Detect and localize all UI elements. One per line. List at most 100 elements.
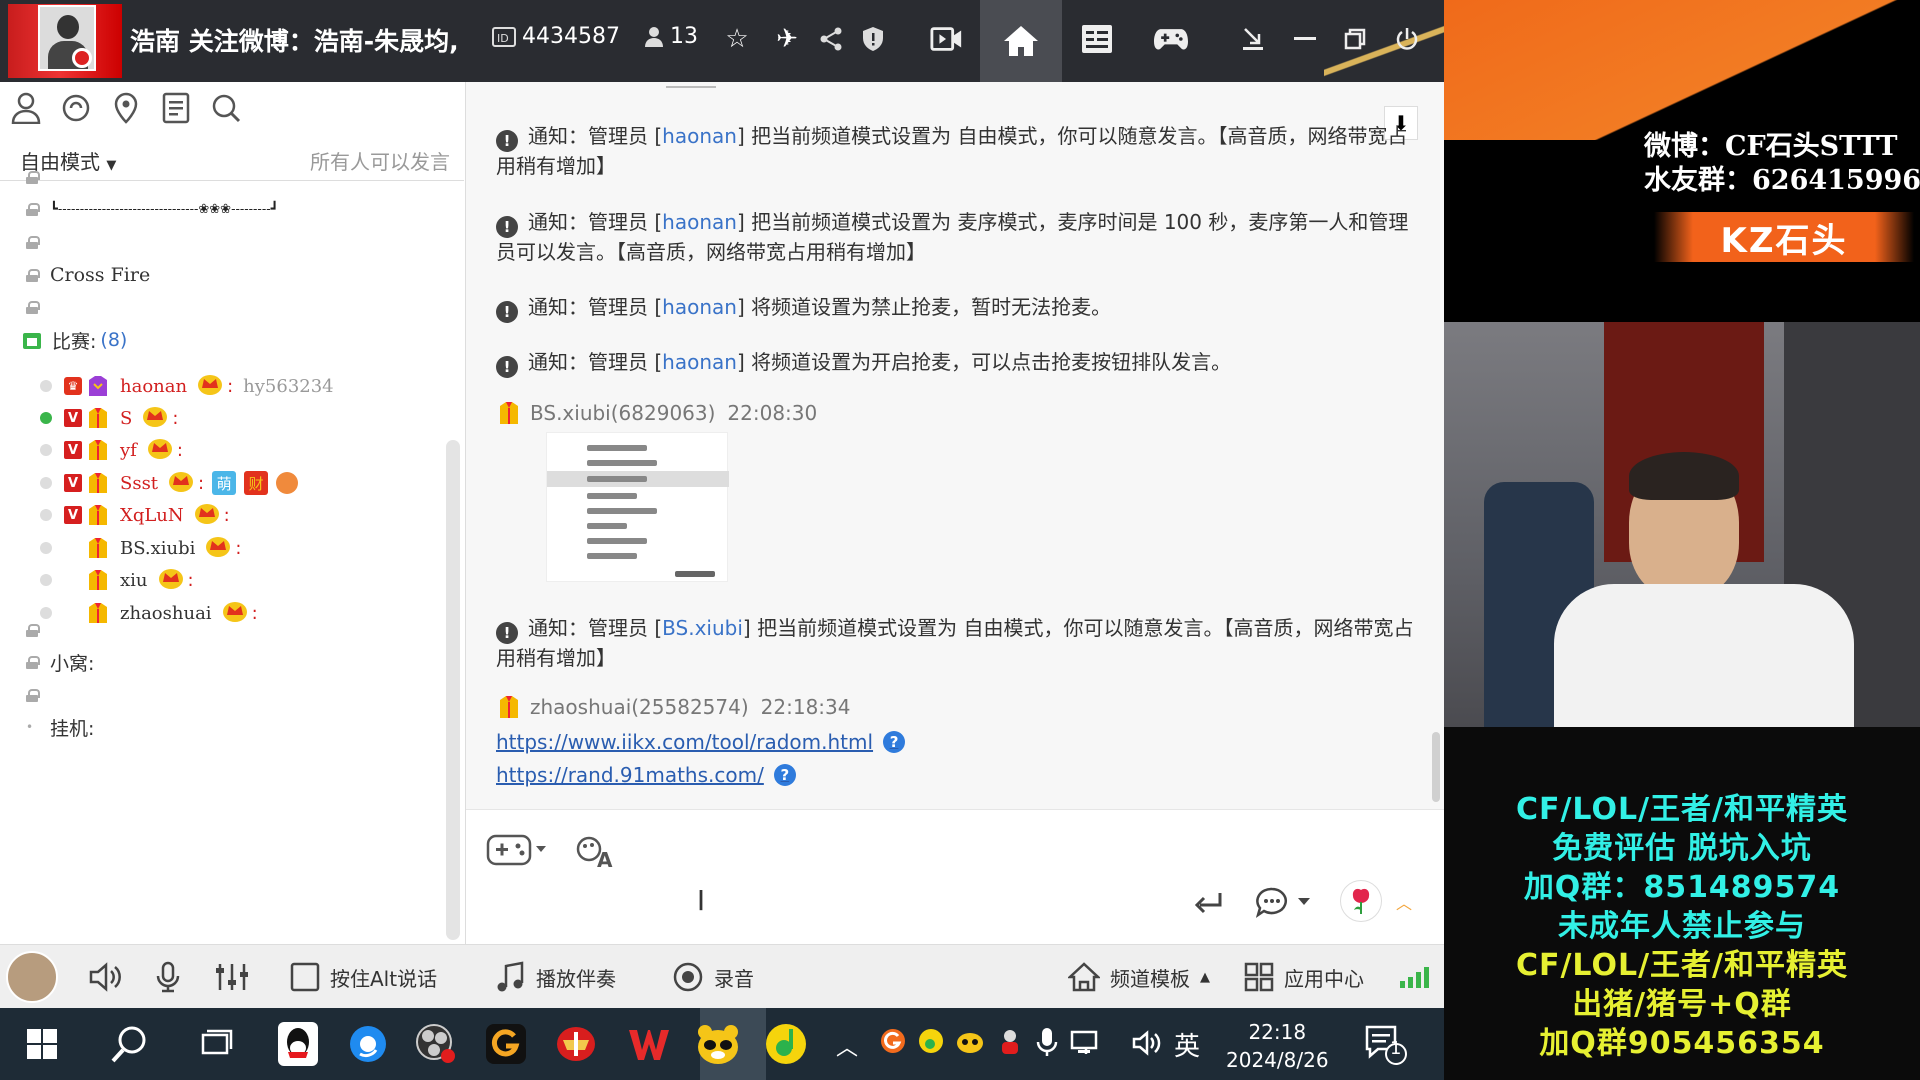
location-icon[interactable] — [110, 90, 142, 126]
notes-icon[interactable] — [160, 90, 192, 126]
plane-icon[interactable]: ✈ — [770, 20, 804, 58]
person-icon[interactable] — [10, 90, 42, 126]
dot-icon: • — [26, 720, 34, 734]
channel-item-crossfire[interactable]: Cross Fire — [26, 260, 150, 290]
gamepad-icon[interactable] — [1154, 20, 1188, 58]
promo-line: 加Q群905456354 — [1539, 1026, 1825, 1061]
user-list-item[interactable]: xiu: — [40, 564, 194, 596]
ime-indicator[interactable]: 英 — [1174, 1026, 1200, 1063]
url-link[interactable]: https://rand.91maths.com/? — [496, 763, 796, 787]
accompany-button[interactable]: 播放伴奏 — [496, 961, 616, 993]
qq-icon[interactable] — [276, 1022, 320, 1066]
bear-tray-icon[interactable] — [956, 1028, 984, 1060]
record-label: 录音 — [714, 966, 754, 991]
user-list-item[interactable]: VS: — [40, 402, 178, 434]
channel-item[interactable] — [26, 680, 50, 710]
channel-item-match[interactable]: 比赛: (8) — [22, 325, 127, 355]
sender-name[interactable]: zhaoshuai(25582574) — [530, 695, 749, 719]
user-list-item[interactable]: ♛ haonan: hy563234 — [40, 370, 334, 402]
share-icon[interactable] — [814, 20, 848, 58]
minimize-icon[interactable] — [1288, 20, 1322, 58]
person-hair — [1629, 452, 1739, 500]
channel-item[interactable] — [26, 227, 50, 257]
flower-gift-icon[interactable] — [1340, 880, 1382, 922]
channel-name: 比赛: — [52, 330, 97, 353]
shield-icon[interactable] — [856, 20, 890, 58]
volume-icon[interactable] — [1132, 1030, 1164, 1062]
wps-icon[interactable] — [626, 1022, 670, 1066]
channel-item-guaji[interactable]: • 挂机: — [26, 712, 94, 742]
minimize-to-tray-icon[interactable] — [1236, 20, 1270, 58]
channel-name: 小窝: — [50, 652, 95, 675]
microphone-icon[interactable] — [154, 961, 182, 993]
chevron-up-icon[interactable]: ︿ — [1394, 894, 1414, 913]
scrollbar[interactable] — [1432, 732, 1440, 802]
channel-template-button[interactable]: 频道模板 ▲ — [1068, 961, 1210, 993]
help-icon[interactable]: ? — [883, 731, 906, 753]
alt-talk-button[interactable]: 按住Alt说话 — [290, 961, 437, 993]
task-view-icon[interactable] — [196, 1022, 240, 1066]
figure-tray-icon[interactable] — [996, 1028, 1024, 1062]
mixer-icon[interactable] — [214, 961, 250, 993]
user-name: yf — [120, 439, 137, 461]
channel-name: Cross Fire — [50, 264, 151, 286]
user-list-item[interactable]: Vyf: — [40, 434, 183, 466]
scrollbar[interactable] — [446, 440, 460, 940]
promo-text-block: CF/LOL/王者/和平精英 免费评估 脱坑入坑 加Q群：851489574 未成年人… — [1444, 790, 1920, 1063]
microphone-tray-icon[interactable] — [1036, 1026, 1058, 1064]
sender-name[interactable]: BS.xiubi(6829063) — [530, 401, 715, 425]
yy-bear-icon[interactable] — [696, 1022, 740, 1066]
notification-center-icon[interactable]: 1 — [1364, 1024, 1408, 1072]
channel-item[interactable] — [26, 162, 50, 192]
user-list-item[interactable]: V Ssst: 萌财 — [40, 467, 299, 499]
music-app-icon[interactable] — [764, 1022, 808, 1066]
star-icon[interactable]: ☆ — [720, 20, 754, 58]
record-button[interactable]: 录音 — [672, 961, 754, 993]
channel-item-xiaowo[interactable]: 小窝: — [26, 647, 94, 677]
user-list-item[interactable]: BS.xiubi: — [40, 532, 242, 564]
video-icon[interactable] — [930, 20, 964, 58]
board-icon[interactable] — [1080, 20, 1114, 58]
app-center-button[interactable]: 应用中心 — [1244, 961, 1364, 993]
channel-item[interactable] — [26, 292, 50, 322]
power-icon[interactable] — [1390, 20, 1424, 58]
home-icon[interactable] — [980, 0, 1062, 82]
enter-icon[interactable] — [1192, 888, 1226, 918]
screenshot-image[interactable] — [546, 432, 729, 582]
system-clock[interactable]: 22:18 2024/8/26 — [1226, 1018, 1329, 1074]
emoji-picker-icon[interactable] — [486, 830, 550, 870]
search-icon[interactable] — [210, 90, 242, 126]
obs-icon[interactable] — [414, 1022, 458, 1066]
channel-item-divider[interactable]: ┗--------------------------------❀❀❀----… — [26, 194, 278, 224]
music-tray-icon[interactable] — [918, 1028, 944, 1060]
svg-text:A: A — [597, 848, 613, 869]
message-input[interactable]: A I ︿ — [466, 809, 1444, 944]
network-icon[interactable] — [1070, 1028, 1102, 1062]
speaker-icon[interactable] — [88, 961, 124, 993]
font-style-icon[interactable]: A — [574, 830, 616, 872]
ban-icon — [72, 48, 92, 68]
user-list-item[interactable]: V XqLuN: — [40, 499, 230, 531]
chat-bubble-icon[interactable] — [1256, 884, 1316, 920]
crossfire-icon[interactable] — [554, 1022, 598, 1066]
channel-avatar[interactable] — [8, 4, 122, 78]
channel-item[interactable] — [26, 615, 50, 645]
help-icon[interactable]: ? — [773, 764, 796, 786]
windows-start-icon[interactable] — [20, 1022, 64, 1066]
user-list-item[interactable]: zhaoshuai: — [40, 597, 258, 629]
refresh-chat-icon[interactable] — [60, 90, 92, 126]
chevron-up-icon[interactable]: ︿ — [836, 1030, 858, 1062]
vest-icon — [500, 402, 518, 424]
crown-icon — [222, 599, 248, 628]
search-icon[interactable] — [108, 1022, 152, 1066]
browser-icon[interactable] — [346, 1022, 390, 1066]
restore-icon[interactable] — [1338, 20, 1372, 58]
status-dot — [40, 444, 52, 456]
svg-text:ID: ID — [497, 32, 509, 45]
g-app-icon[interactable] — [484, 1022, 528, 1066]
url-link[interactable]: https://www.iikx.com/tool/radom.html? — [496, 730, 906, 754]
channel-name: 挂机: — [50, 717, 95, 740]
user-avatar[interactable] — [6, 951, 58, 1003]
g-tray-icon[interactable] — [880, 1028, 906, 1060]
coin-icon — [276, 472, 299, 494]
